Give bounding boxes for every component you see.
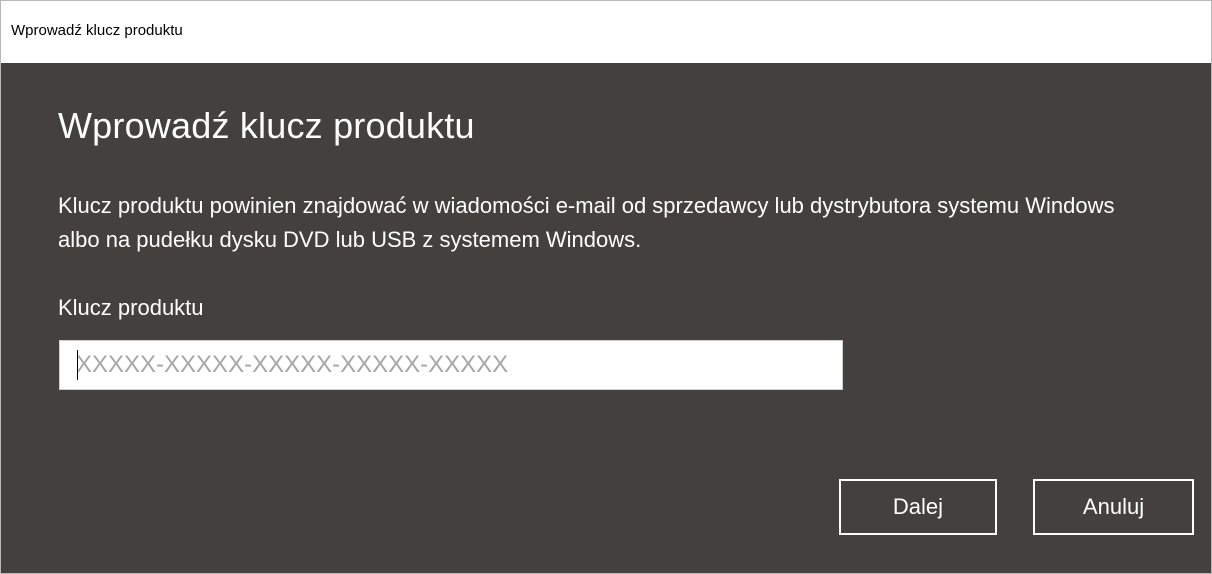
cancel-button[interactable]: Anuluj (1033, 479, 1194, 535)
product-key-label: Klucz produktu (58, 295, 204, 320)
dialog-description: Klucz produktu powinien znajdować w wiad… (58, 193, 1115, 252)
dialog-content: Wprowadź klucz produktu Klucz produktu p… (1, 63, 1211, 573)
text-caret (77, 350, 78, 380)
window-title: Wprowadź klucz produktu (11, 21, 183, 39)
dialog-heading: Wprowadź klucz produktu (58, 105, 475, 146)
product-key-input[interactable] (59, 340, 843, 390)
product-key-window: Wprowadź klucz produktu Wprowadź klucz p… (0, 0, 1212, 574)
next-button[interactable]: Dalej (839, 479, 997, 535)
title-bar[interactable]: Wprowadź klucz produktu (1, 1, 1211, 63)
